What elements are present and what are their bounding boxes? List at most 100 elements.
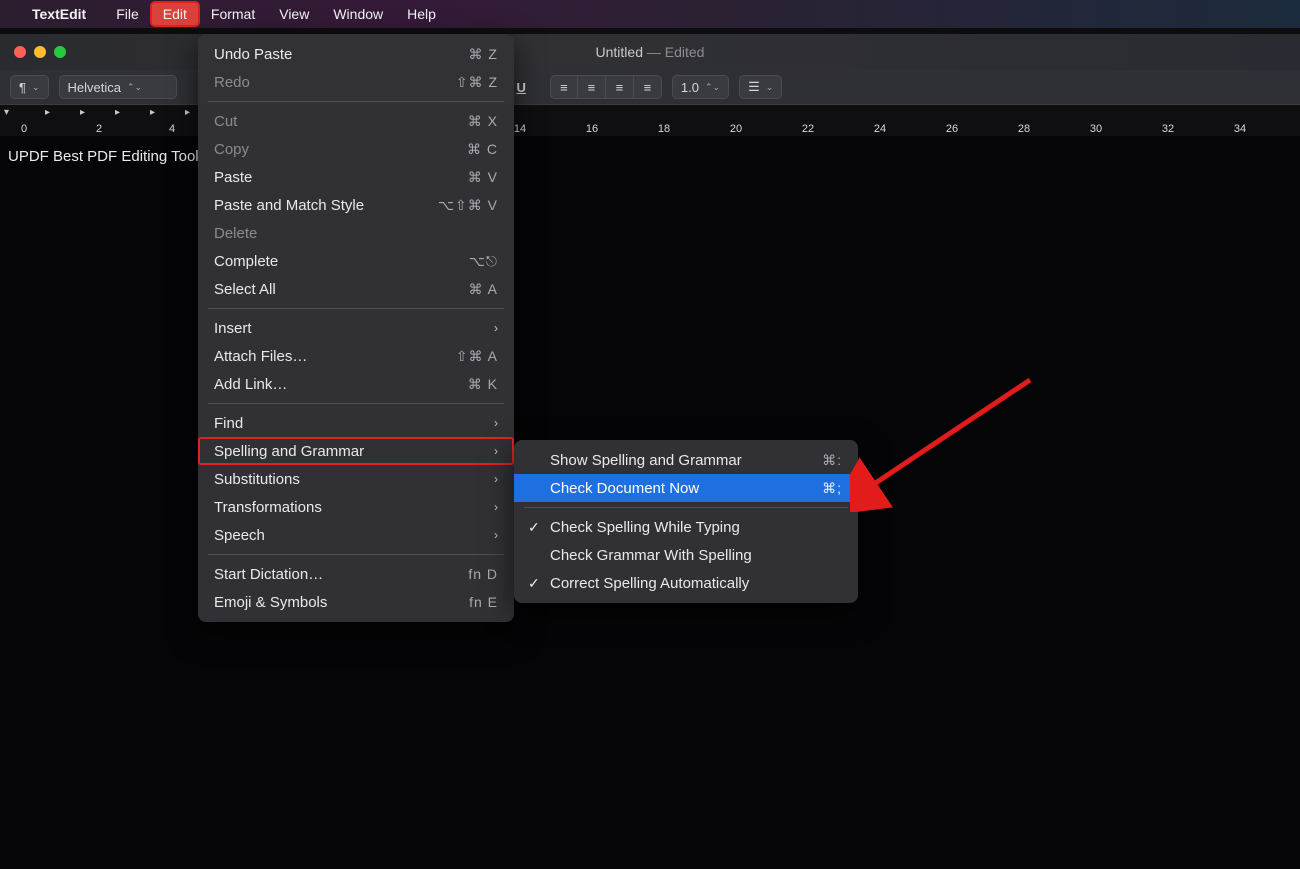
- chevron-down-icon: ⌄: [32, 82, 40, 93]
- ruler-label: 2: [96, 123, 102, 135]
- ruler-label: 34: [1234, 123, 1246, 135]
- menu-item-paste-and-match-style[interactable]: Paste and Match Style⌥⇧⌘ V: [198, 191, 514, 219]
- tab-stop-marker[interactable]: ▸: [80, 107, 85, 118]
- menu-item-spelling-and-grammar[interactable]: Spelling and Grammar ›: [198, 437, 514, 465]
- ruler-label: 22: [802, 123, 814, 135]
- menu-item-speech[interactable]: Speech ›: [198, 521, 514, 549]
- tab-stop-marker[interactable]: ▸: [115, 107, 120, 118]
- menubar-help[interactable]: Help: [395, 2, 448, 26]
- submenu-item-check-grammar-with-spelling[interactable]: Check Grammar With Spelling: [514, 541, 858, 569]
- menu-item-label: Copy: [214, 141, 249, 158]
- menu-item-label: Spelling and Grammar: [214, 443, 364, 460]
- submenu-arrow-icon: ›: [494, 472, 498, 486]
- list-icon: ☰: [748, 79, 760, 95]
- menu-item-label: Delete: [214, 225, 257, 242]
- menubar-file[interactable]: File: [104, 2, 151, 26]
- ruler-label: 28: [1018, 123, 1030, 135]
- menu-item-start-dictation[interactable]: Start Dictation…fn D: [198, 560, 514, 588]
- text-align-segmented: ≡ ≡ ≡ ≡: [550, 75, 662, 99]
- submenu-item-check-spelling-while-typing[interactable]: ✓Check Spelling While Typing: [514, 513, 858, 541]
- minimize-button[interactable]: [34, 46, 46, 58]
- menu-item-label: Complete: [214, 253, 278, 270]
- menu-item-label: Add Link…: [214, 376, 287, 393]
- menu-item-emoji-symbols[interactable]: Emoji & Symbols fn E: [198, 588, 514, 616]
- menu-shortcut: ⌘ X: [468, 113, 498, 130]
- menu-item-redo: Redo ⇧⌘ Z: [198, 68, 514, 96]
- menu-item-transformations[interactable]: Transformations›: [198, 493, 514, 521]
- align-justify-button[interactable]: ≡: [634, 75, 662, 99]
- align-right-icon: ≡: [616, 80, 624, 95]
- ruler-label: 16: [586, 123, 598, 135]
- ruler-label: 4: [169, 123, 175, 135]
- submenu-item-check-document-now[interactable]: Check Document Now⌘;: [514, 474, 858, 502]
- menu-item-label: Transformations: [214, 499, 322, 516]
- ruler-label: 32: [1162, 123, 1174, 135]
- menu-item-substitutions[interactable]: Substitutions›: [198, 465, 514, 493]
- ruler-label: 0: [21, 123, 27, 135]
- menu-item-attach-files[interactable]: Attach Files…⇧⌘ A: [198, 342, 514, 370]
- menu-item-label: Undo Paste: [214, 46, 292, 63]
- ruler-label: 30: [1090, 123, 1102, 135]
- menu-item-label: Redo: [214, 74, 250, 91]
- tab-stop-marker[interactable]: ▸: [185, 107, 190, 118]
- menu-item-insert[interactable]: Insert›: [198, 314, 514, 342]
- window-title: Untitled — Edited: [0, 44, 1300, 60]
- ruler[interactable]: ▾ ▸ ▸ ▸ ▸ ▸ 0 2 4 14 16 18 20 22 24 26 2…: [0, 104, 1300, 136]
- submenu-item-correct-spelling-automatically[interactable]: ✓Correct Spelling Automatically: [514, 569, 858, 597]
- menubar-format[interactable]: Format: [199, 2, 267, 26]
- system-menubar: TextEdit File Edit Format View Window He…: [0, 0, 1300, 28]
- submenu-arrow-icon: ›: [494, 444, 498, 458]
- chevron-down-icon: ⌄: [766, 82, 774, 93]
- align-left-button[interactable]: ≡: [550, 75, 578, 99]
- font-family-dropdown[interactable]: Helvetica ⌃⌄: [59, 75, 177, 99]
- app-name[interactable]: TextEdit: [32, 6, 86, 22]
- line-spacing-dropdown[interactable]: 1.0 ⌃⌄: [672, 75, 729, 99]
- menu-item-label: Start Dictation…: [214, 566, 323, 583]
- chevron-updown-icon: ⌃⌄: [127, 82, 142, 93]
- tab-stop-marker[interactable]: ▸: [150, 107, 155, 118]
- edit-dropdown-menu: Undo Paste⌘ Z Redo ⇧⌘ Z Cut⌘ X Copy ⌘ C Paste⌘…: [198, 34, 514, 622]
- menubar-view[interactable]: View: [267, 2, 321, 26]
- menu-item-label: Select All: [214, 281, 276, 298]
- first-line-indent-marker[interactable]: ▾: [4, 107, 9, 118]
- align-right-button[interactable]: ≡: [606, 75, 634, 99]
- submenu-arrow-icon: ›: [494, 528, 498, 542]
- ruler-label: 18: [658, 123, 670, 135]
- ruler-label: 20: [730, 123, 742, 135]
- submenu-item-label: Correct Spelling Automatically: [550, 575, 749, 592]
- menu-item-find[interactable]: Find›: [198, 409, 514, 437]
- menu-shortcut: ⇧⌘ Z: [456, 74, 498, 91]
- close-button[interactable]: [14, 46, 26, 58]
- menu-item-undo-paste[interactable]: Undo Paste⌘ Z: [198, 40, 514, 68]
- menu-item-label: Emoji & Symbols: [214, 594, 327, 611]
- document-status: Edited: [665, 44, 705, 60]
- maximize-button[interactable]: [54, 46, 66, 58]
- line-spacing-label: 1.0: [681, 80, 699, 95]
- paragraph-style-dropdown[interactable]: ¶ ⌄: [10, 75, 49, 99]
- menu-item-label: Paste and Match Style: [214, 197, 364, 214]
- menu-shortcut: ⌘:: [822, 452, 842, 469]
- submenu-item-show-spelling-and-grammar[interactable]: Show Spelling and Grammar ⌘:: [514, 446, 858, 474]
- underline-button[interactable]: U: [517, 80, 526, 95]
- submenu-item-label: Show Spelling and Grammar: [550, 452, 742, 469]
- list-style-dropdown[interactable]: ☰ ⌄: [739, 75, 782, 99]
- tab-stop-marker[interactable]: ▸: [45, 107, 50, 118]
- menubar-edit[interactable]: Edit: [151, 2, 199, 26]
- menu-item-add-link[interactable]: Add Link…⌘ K: [198, 370, 514, 398]
- ruler-label: 14: [514, 123, 526, 135]
- menu-item-label: Speech: [214, 527, 265, 544]
- align-justify-icon: ≡: [644, 80, 652, 95]
- menu-item-complete[interactable]: Complete⌥⎋: [198, 247, 514, 275]
- align-center-button[interactable]: ≡: [578, 75, 606, 99]
- menu-shortcut: fn E: [469, 594, 498, 610]
- menu-item-select-all[interactable]: Select All⌘ A: [198, 275, 514, 303]
- menu-item-cut: Cut⌘ X: [198, 107, 514, 135]
- menubar-window[interactable]: Window: [321, 2, 395, 26]
- ruler-label: 24: [874, 123, 886, 135]
- traffic-lights: [14, 46, 66, 58]
- document-title: Untitled: [596, 44, 643, 60]
- menu-item-label: Attach Files…: [214, 348, 307, 365]
- menu-item-paste[interactable]: Paste⌘ V: [198, 163, 514, 191]
- menu-shortcut: ⌘ C: [467, 141, 498, 158]
- checkmark-icon: ✓: [528, 519, 540, 536]
